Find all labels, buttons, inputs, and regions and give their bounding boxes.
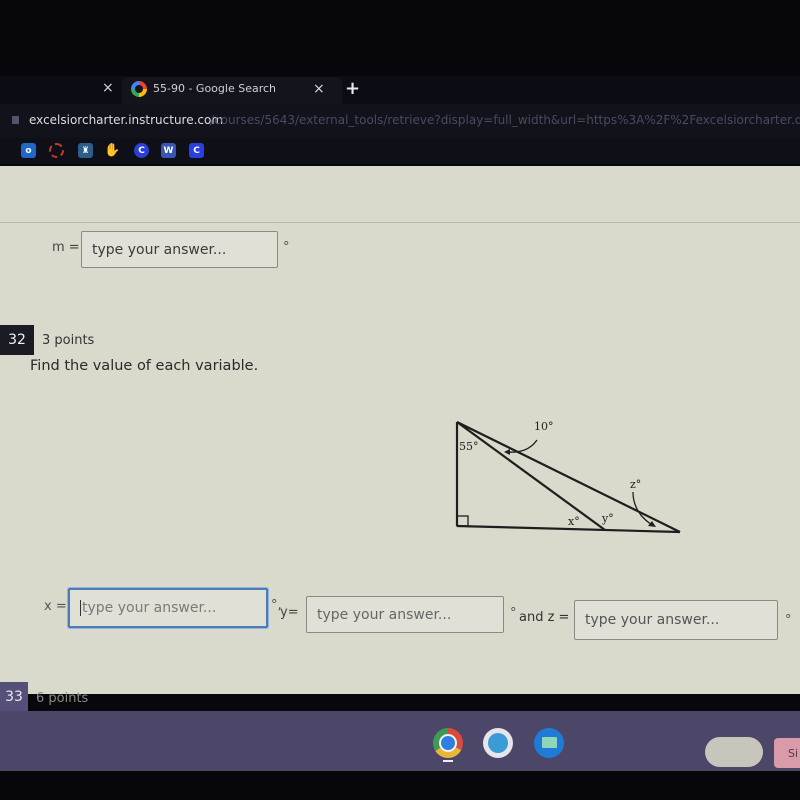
google-g-icon — [131, 81, 147, 97]
c-square-icon[interactable]: C — [189, 143, 204, 158]
label-y: y° — [601, 512, 614, 525]
close-tab-icon[interactable]: × — [102, 80, 114, 96]
bezel-top — [0, 0, 800, 76]
m-label: m = — [52, 240, 80, 255]
m-degree-unit: ° — [283, 240, 290, 255]
z-degree-unit: ° — [785, 613, 792, 628]
right-angle-marker — [456, 515, 469, 527]
label-10: 10° — [534, 420, 554, 433]
url-host[interactable]: excelsiorcharter.instructure.com — [29, 113, 223, 127]
label-x: x° — [568, 515, 580, 528]
google-meet-icon[interactable] — [483, 728, 513, 758]
label-z: z° — [630, 478, 641, 491]
dashed-ring-icon[interactable] — [49, 143, 64, 158]
question-prompt: Find the value of each variable. — [30, 358, 259, 374]
next-question-points: 6 points — [36, 691, 89, 706]
close-tab-icon[interactable]: × — [313, 81, 325, 97]
x-answer-input[interactable]: type your answer... — [68, 588, 268, 628]
z-label: and z = — [519, 610, 570, 625]
active-app-indicator — [443, 760, 453, 762]
arrowhead-z — [648, 521, 656, 527]
x-placeholder: type your answer... — [82, 600, 217, 616]
x-label: x = — [44, 599, 67, 614]
m-answer-input[interactable]: type your answer... — [81, 231, 278, 268]
label-55: 55° — [459, 440, 479, 453]
word-icon[interactable]: W — [161, 143, 176, 158]
os-shelf — [0, 711, 800, 771]
tab-strip — [0, 76, 800, 104]
arrowhead-10 — [504, 449, 510, 455]
triangle-figure: 55° 10° z° y° x° — [455, 420, 681, 534]
y-label: y= — [280, 605, 299, 620]
files-icon[interactable] — [534, 728, 564, 758]
next-question-number: 33 — [0, 682, 28, 712]
hand-icon[interactable]: ✋ — [104, 143, 120, 158]
z-answer-input[interactable]: type your answer... — [574, 600, 778, 640]
status-tray[interactable] — [705, 737, 763, 767]
c-circle-icon[interactable]: C — [134, 143, 149, 158]
text-caret — [80, 600, 81, 616]
tab-title[interactable]: 55-90 - Google Search — [153, 82, 276, 95]
y-degree-unit: ° — [510, 606, 517, 621]
url-path[interactable]: /courses/5643/external_tools/retrieve?di… — [210, 113, 800, 127]
triangle-inner-segment — [456, 421, 606, 531]
lock-icon[interactable] — [12, 116, 19, 124]
question-number: 32 — [0, 325, 34, 355]
bezel-bottom — [0, 771, 800, 800]
question-points: 3 points — [42, 333, 95, 348]
castle-icon[interactable]: ♜ — [78, 143, 93, 158]
sign-out-button[interactable]: Si — [774, 738, 800, 768]
arrow-10-degrees — [505, 439, 538, 453]
y-answer-input[interactable]: type your answer... — [306, 596, 504, 633]
arrow-z-degrees — [632, 491, 655, 527]
chrome-icon[interactable] — [433, 728, 463, 758]
outlook-icon[interactable]: o — [21, 143, 36, 158]
new-tab-button[interactable]: + — [345, 78, 360, 99]
divider — [0, 222, 800, 223]
